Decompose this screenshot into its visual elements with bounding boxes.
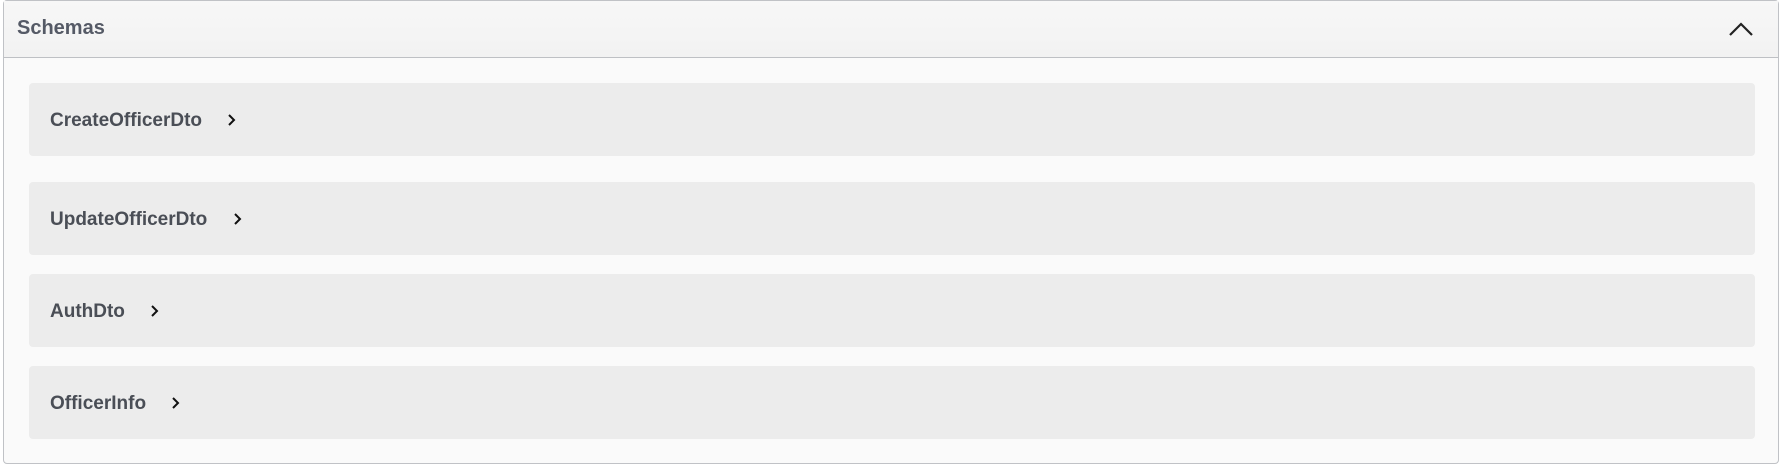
schema-item-officerinfo[interactable]: OfficerInfo <box>29 366 1755 439</box>
schema-name: UpdateOfficerDto <box>50 209 245 231</box>
schema-name: AuthDto <box>50 301 162 323</box>
collapse-button[interactable] <box>1724 12 1758 46</box>
schema-item-authdto[interactable]: AuthDto <box>29 274 1755 347</box>
chevron-up-icon <box>1729 22 1753 36</box>
chevron-right-icon[interactable] <box>169 396 183 410</box>
schema-item-createofficerdto[interactable]: CreateOfficerDto <box>29 83 1755 156</box>
schemas-header[interactable]: Schemas <box>4 1 1778 58</box>
chevron-right-icon[interactable] <box>225 113 239 127</box>
chevron-right-icon[interactable] <box>148 304 162 318</box>
schema-name: CreateOfficerDto <box>50 110 239 132</box>
schema-name: OfficerInfo <box>50 393 183 415</box>
section-title: Schemas <box>17 17 105 39</box>
schemas-section: Schemas CreateOfficerDto UpdateOfficerDt… <box>3 0 1779 464</box>
chevron-right-icon[interactable] <box>231 212 245 226</box>
schemas-list: CreateOfficerDto UpdateOfficerDto AuthDt… <box>29 83 1755 439</box>
schema-item-updateofficerdto[interactable]: UpdateOfficerDto <box>29 182 1755 255</box>
